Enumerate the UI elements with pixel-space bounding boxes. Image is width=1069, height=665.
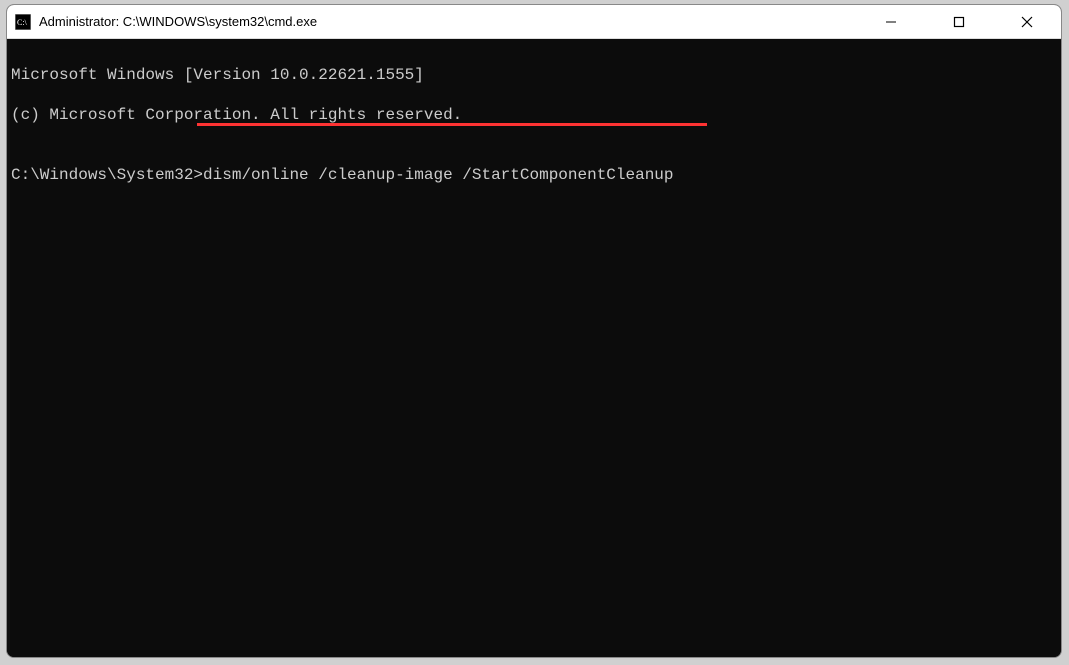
window-title: Administrator: C:\WINDOWS\system32\cmd.e… <box>39 14 857 29</box>
maximize-button[interactable] <box>925 5 993 38</box>
close-button[interactable] <box>993 5 1061 38</box>
terminal-command: dism/online /cleanup-image /StartCompone… <box>203 166 673 184</box>
red-underline-annotation <box>197 123 707 126</box>
terminal-prompt: C:\Windows\System32> <box>11 166 203 184</box>
minimize-button[interactable] <box>857 5 925 38</box>
terminal-prompt-line: C:\Windows\System32>dism/online /cleanup… <box>11 165 1057 185</box>
titlebar[interactable]: C:\ Administrator: C:\WINDOWS\system32\c… <box>7 5 1061 39</box>
svg-text:C:\: C:\ <box>17 18 28 27</box>
window-controls <box>857 5 1061 38</box>
terminal-area[interactable]: Microsoft Windows [Version 10.0.22621.15… <box>7 39 1061 657</box>
cmd-icon: C:\ <box>15 14 31 30</box>
terminal-output-line: (c) Microsoft Corporation. All rights re… <box>11 105 1057 125</box>
cmd-window: C:\ Administrator: C:\WINDOWS\system32\c… <box>6 4 1062 658</box>
terminal-output-line: Microsoft Windows [Version 10.0.22621.15… <box>11 65 1057 85</box>
